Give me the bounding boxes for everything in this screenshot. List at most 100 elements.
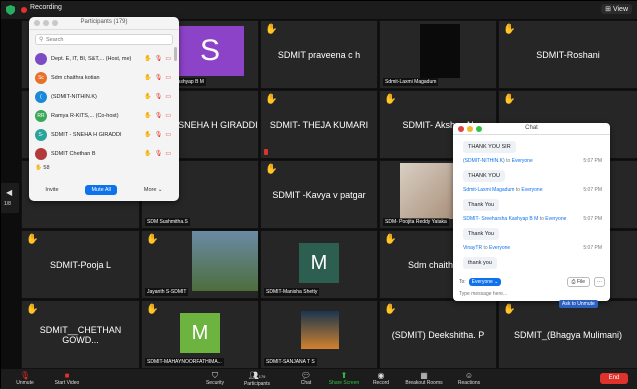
chat-to-word: to <box>483 245 488 251</box>
participant-name: (SDMIT) Deekshitha. P <box>391 329 485 340</box>
participant-name: Sdm chaithra kotian <box>51 74 100 81</box>
scrollbar[interactable] <box>174 47 177 61</box>
participant-row[interactable]: SDMIT Chethan B ✋ 🎙︎ ▭ <box>29 144 179 163</box>
chat-sender: Sdmit-Laxmi Magadum <box>463 187 515 193</box>
video-tile[interactable]: ✋ SDMIT-Pooja L <box>21 230 140 299</box>
video-tile[interactable]: M SDMIT-Manisha Shetty <box>260 230 378 299</box>
avatar: Sc <box>35 71 47 84</box>
start-video-button[interactable]: ■ Start Video <box>47 371 87 386</box>
shield-icon[interactable] <box>6 5 15 15</box>
mute-all-button[interactable]: Mute All <box>85 185 118 195</box>
chat-recipient-name: Everyone <box>545 216 567 222</box>
page-nav[interactable]: ◀ 1/8 <box>1 183 19 213</box>
participant-row[interactable]: S- SDMIT - SNEHA H GIRADDI ✋ 🎙︎ ▭ <box>29 125 179 144</box>
breakout-rooms-button[interactable]: ▦ Breakout Rooms <box>399 371 449 386</box>
chat-message: Sdmit-Laxmi Magadum to Everyone 5:07 PM Th… <box>463 187 602 211</box>
chat-message: SDMIT- Sreeharsha Kashyap B M to Everyon… <box>463 216 602 240</box>
file-button[interactable]: ⎙ File <box>566 277 590 287</box>
chevron-left-icon[interactable]: ◀ <box>6 188 12 197</box>
chat-more-button[interactable]: ··· <box>594 277 605 287</box>
participant-name: SDMIT praveena c h <box>277 49 361 60</box>
chat-meta: Sdmit-Laxmi Magadum to Everyone 5:07 PM <box>463 187 602 193</box>
muted-mic-icon[interactable]: 🎙︎ <box>155 112 163 119</box>
raised-hand-icon: ✋ <box>144 151 152 157</box>
video-tile[interactable]: SDMIT-SANJANA T S <box>260 300 378 369</box>
chat-input[interactable] <box>459 289 599 298</box>
participant-row[interactable]: ((SDMIT-NITHIN.K) ✋ 🎙︎ ▭ <box>29 87 179 106</box>
video-tile[interactable]: ✋ SDMIT__CHETHAN GOWD... <box>21 300 140 369</box>
video-tile[interactable]: ✋ Jayanth S-SDMIT <box>141 230 259 299</box>
participants-button[interactable]: 👥︎179 Participants <box>237 371 277 387</box>
view-button[interactable]: ⊞ View <box>601 4 632 14</box>
muted-mic-icon[interactable]: 🎙︎ <box>155 93 163 100</box>
unmute-button[interactable]: 🎙︎ Unmute <box>5 371 45 386</box>
participant-search[interactable]: ⚲ <box>35 34 173 45</box>
breakout-rooms-label: Breakout Rooms <box>405 380 443 386</box>
chat-to-word: to <box>515 187 520 193</box>
participants-count: 179 <box>258 374 266 379</box>
view-label: View <box>612 6 628 13</box>
video-off-icon[interactable]: ▭ <box>165 131 171 138</box>
chat-time: 5:07 PM <box>583 158 602 164</box>
chat-bubble: THANK YOU <box>463 170 505 182</box>
invite-button[interactable]: Invite <box>39 185 64 195</box>
reactions-button[interactable]: ☺ Reactions <box>449 371 489 386</box>
raised-hand-icon: ✋ <box>146 234 159 245</box>
chat-to-word: to <box>539 216 544 222</box>
chat-meta: (SDMIT-NITHIN.K) to Everyone 5:07 PM <box>463 158 602 164</box>
video-off-icon[interactable]: ▭ <box>165 74 171 81</box>
participant-name: SDMIT - SNEHA H GIRADDI <box>51 131 122 138</box>
avatar <box>35 147 47 160</box>
participant-count-partial: ✋ 58 <box>35 165 50 171</box>
participant-name: SDMIT-Roshani <box>536 49 600 60</box>
recipient-dropdown[interactable]: Everyone ⌄ <box>468 278 502 286</box>
people-icon: 👥︎179 <box>248 371 266 380</box>
search-icon: ⚲ <box>39 37 44 43</box>
chat-title: Chat <box>525 125 538 131</box>
chat-header: Chat <box>453 123 610 135</box>
video-tile[interactable]: ✋ (SDMIT) Deekshitha. P <box>379 300 497 369</box>
security-button[interactable]: ⛉ Security <box>195 371 235 386</box>
unmute-label: Unmute <box>16 380 34 386</box>
chat-button[interactable]: 💬︎ Chat <box>286 371 326 386</box>
video-tile[interactable]: Sdmit-Laxmi Magadum <box>379 20 497 89</box>
participants-label: Participants <box>243 381 271 387</box>
video-off-icon[interactable]: ▭ <box>165 55 171 62</box>
video-tile[interactable]: ✋ SDMIT- THEJA KUMARI <box>260 90 378 159</box>
avatar: S <box>176 26 244 76</box>
video-feed <box>420 24 460 78</box>
participants-panel: Participants (179) ⚲ Dept. E, IT, BI, S&… <box>29 17 179 201</box>
raised-hand-icon: ✋ <box>503 24 516 35</box>
video-tile[interactable]: ✋ SDMIT -Kavya v patgar <box>260 160 378 229</box>
video-tile[interactable]: ✋ SDMIT praveena c h <box>260 20 378 89</box>
more-button[interactable]: More ⌄ <box>138 185 169 195</box>
raised-hand-icon: ✋ <box>384 304 397 315</box>
end-button[interactable]: End <box>600 373 628 384</box>
page-indicator: 1/8 <box>4 201 11 207</box>
video-off-icon[interactable]: ▭ <box>165 93 171 100</box>
video-feed <box>192 231 258 291</box>
share-screen-button[interactable]: ⬆ Share Screen <box>324 371 364 386</box>
video-tile[interactable]: ✋ SDMIT-Roshani <box>498 20 637 89</box>
record-button[interactable]: ◉ Record <box>361 371 401 386</box>
video-off-icon: ■ <box>64 371 70 380</box>
muted-mic-icon[interactable]: 🎙︎ <box>155 131 163 138</box>
ask-to-unmute-button[interactable]: Ask to Unmute <box>559 300 598 308</box>
chat-bubble: Thank You <box>463 228 499 240</box>
avatar: ( <box>35 90 47 103</box>
video-tile[interactable]: ✋ SDMIT_(Bhagya Mulimani) <box>498 300 637 369</box>
video-tile[interactable]: ✋ M SDMIT-MAHAYNOORFATHIMA... <box>141 300 259 369</box>
video-off-icon[interactable]: ▭ <box>165 150 171 157</box>
participant-label: SDM Sushmitha.S <box>145 218 190 226</box>
video-off-icon[interactable]: ▭ <box>165 112 171 119</box>
muted-mic-icon[interactable]: 🎙︎ <box>155 55 163 62</box>
search-input[interactable] <box>46 35 166 44</box>
participant-row[interactable]: Dept. E, IT, BI, S&T,... (Host, me) ✋ 🎙︎ ▭ <box>29 49 179 68</box>
participant-row[interactable]: RR Ramya R-KITS,... (Co-host) ✋ 🎙︎ ▭ <box>29 106 179 125</box>
chat-time: 5:07 PM <box>583 216 602 222</box>
muted-mic-icon[interactable]: 🎙︎ <box>155 74 163 81</box>
avatar: M <box>180 313 220 353</box>
muted-mic-icon[interactable]: 🎙︎ <box>155 150 163 157</box>
avatar: M <box>299 243 339 283</box>
participant-row[interactable]: Sc Sdm chaithra kotian ✋ 🎙︎ ▭ <box>29 68 179 87</box>
